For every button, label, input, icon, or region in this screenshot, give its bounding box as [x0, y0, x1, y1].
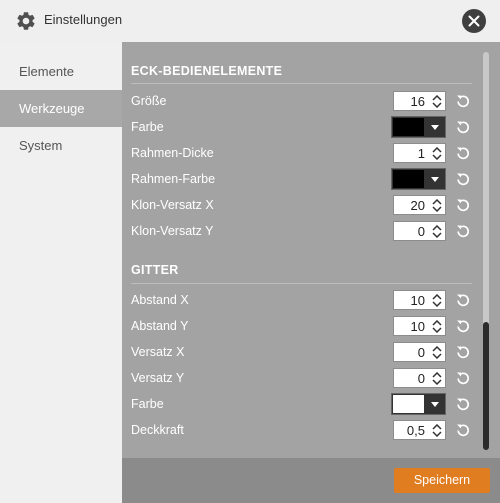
stepper-arrows-icon[interactable] — [432, 424, 442, 437]
sidebar-item-werkzeuge[interactable]: Werkzeuge — [0, 90, 122, 127]
section-divider — [131, 83, 472, 84]
color-swatch — [393, 395, 424, 413]
color-swatch — [393, 118, 424, 136]
save-button[interactable]: Speichern — [394, 468, 490, 493]
sidebar-item-label: Werkzeuge — [19, 101, 85, 116]
stepper-arrows-icon[interactable] — [432, 225, 442, 238]
reset-icon[interactable] — [456, 397, 470, 411]
setting-label: Klon-Versatz X — [131, 198, 214, 212]
title-bar: Einstellungen — [0, 0, 500, 42]
sidebar-item-elemente[interactable]: Elemente — [0, 53, 122, 90]
section-title: GITTER — [131, 263, 179, 277]
reset-icon[interactable] — [456, 172, 470, 186]
setting-label: Rahmen-Farbe — [131, 172, 216, 186]
window-title: Einstellungen — [44, 12, 123, 27]
number-stepper[interactable]: 16 — [393, 91, 446, 111]
number-stepper[interactable]: 0 — [393, 221, 446, 241]
reset-icon[interactable] — [456, 371, 470, 385]
setting-label: Abstand Y — [131, 319, 189, 333]
reset-icon[interactable] — [456, 146, 470, 160]
setting-label: Farbe — [131, 120, 164, 134]
color-picker[interactable] — [391, 393, 446, 415]
setting-label: Abstand X — [131, 293, 189, 307]
color-swatch — [393, 170, 424, 188]
sidebar-item-label: System — [19, 138, 63, 153]
close-button[interactable] — [462, 9, 486, 33]
reset-icon[interactable] — [456, 345, 470, 359]
reset-icon[interactable] — [456, 198, 470, 212]
reset-icon[interactable] — [456, 94, 470, 108]
chevron-down-icon — [431, 125, 439, 130]
reset-icon[interactable] — [456, 224, 470, 238]
number-stepper[interactable]: 1 — [393, 143, 446, 163]
sidebar-item-label: Elemente — [19, 64, 74, 79]
footer: Speichern — [122, 458, 500, 503]
reset-icon[interactable] — [456, 293, 470, 307]
stepper-value: 0 — [417, 371, 425, 386]
section-title: ECK-BEDIENELEMENTE — [131, 64, 283, 78]
stepper-value: 0 — [417, 224, 425, 239]
reset-icon[interactable] — [456, 423, 470, 437]
setting-label: Klon-Versatz Y — [131, 224, 214, 238]
stepper-arrows-icon[interactable] — [432, 346, 442, 359]
stepper-value: 10 — [410, 319, 425, 334]
number-stepper[interactable]: 10 — [393, 290, 446, 310]
stepper-value: 20 — [410, 198, 425, 213]
gear-icon — [17, 12, 35, 30]
number-stepper[interactable]: 10 — [393, 316, 446, 336]
color-picker[interactable] — [391, 168, 446, 190]
close-icon — [468, 15, 480, 27]
stepper-arrows-icon[interactable] — [432, 147, 442, 160]
reset-icon[interactable] — [456, 319, 470, 333]
stepper-arrows-icon[interactable] — [432, 294, 442, 307]
setting-label: Versatz Y — [131, 371, 185, 385]
number-stepper[interactable]: 0,5 — [393, 420, 446, 440]
stepper-arrows-icon[interactable] — [432, 199, 442, 212]
number-stepper[interactable]: 20 — [393, 195, 446, 215]
setting-label: Größe — [131, 94, 167, 108]
setting-label: Rahmen-Dicke — [131, 146, 214, 160]
stepper-arrows-icon[interactable] — [432, 320, 442, 333]
chevron-down-icon — [431, 402, 439, 407]
color-picker[interactable] — [391, 116, 446, 138]
stepper-arrows-icon[interactable] — [432, 372, 442, 385]
stepper-value: 10 — [410, 293, 425, 308]
sidebar: Elemente Werkzeuge System — [0, 42, 122, 503]
setting-label: Versatz X — [131, 345, 185, 359]
scrollbar-thumb[interactable] — [483, 322, 489, 450]
number-stepper[interactable]: 0 — [393, 342, 446, 362]
stepper-arrows-icon[interactable] — [432, 95, 442, 108]
number-stepper[interactable]: 0 — [393, 368, 446, 388]
reset-icon[interactable] — [456, 120, 470, 134]
settings-panel: ECK-BEDIENELEMENTE Größe 16 Farbe Rahmen… — [122, 42, 500, 458]
setting-label: Farbe — [131, 397, 164, 411]
sidebar-item-system[interactable]: System — [0, 127, 122, 164]
chevron-down-icon — [431, 177, 439, 182]
stepper-value: 1 — [417, 146, 425, 161]
section-divider — [131, 283, 472, 284]
setting-label: Deckkraft — [131, 423, 184, 437]
stepper-value: 16 — [410, 94, 425, 109]
stepper-value: 0,5 — [406, 423, 425, 438]
stepper-value: 0 — [417, 345, 425, 360]
